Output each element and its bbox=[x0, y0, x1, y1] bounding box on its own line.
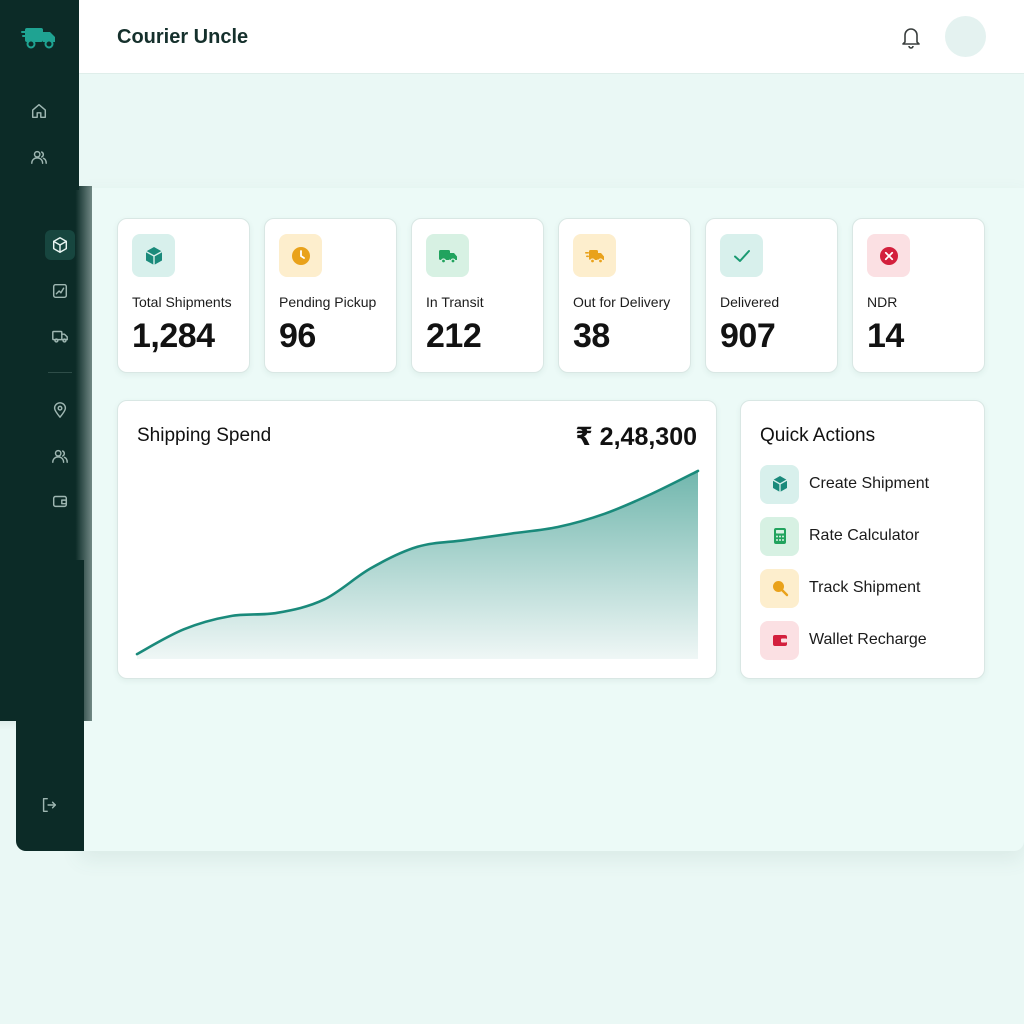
stat-card-delivered[interactable]: Delivered 907 bbox=[705, 218, 838, 373]
spend-total: ₹ 2,48,300 bbox=[575, 423, 697, 451]
fast-truck-icon bbox=[573, 234, 616, 277]
sidebar-divider bbox=[48, 372, 72, 373]
calculator-icon bbox=[760, 516, 799, 556]
stat-card-total-shipments[interactable]: Total Shipments 1,284 bbox=[117, 218, 250, 373]
users-icon[interactable] bbox=[24, 142, 54, 172]
dashboard-page: Courier Uncle Total Shipments 1,284 Pend… bbox=[0, 0, 1024, 1024]
users-icon[interactable] bbox=[45, 441, 75, 471]
truck-icon[interactable] bbox=[45, 321, 75, 351]
search-icon bbox=[760, 568, 799, 608]
clock-icon bbox=[279, 234, 322, 277]
stat-value: 96 bbox=[279, 317, 316, 355]
spend-area-fill bbox=[137, 470, 698, 659]
location-icon[interactable] bbox=[45, 395, 75, 425]
stat-card-in-transit[interactable]: In Transit 212 bbox=[411, 218, 544, 373]
stat-label: In Transit bbox=[426, 294, 484, 310]
stat-label: Pending Pickup bbox=[279, 294, 377, 310]
stat-label: Total Shipments bbox=[132, 294, 232, 310]
check-icon bbox=[720, 234, 763, 277]
truck-icon bbox=[426, 234, 469, 277]
stat-value: 907 bbox=[720, 317, 776, 355]
quick-action-label: Wallet Recharge bbox=[809, 631, 927, 648]
brand-name: Courier Uncle bbox=[117, 26, 249, 48]
rate-calculator-button[interactable]: Rate Calculator bbox=[760, 516, 970, 556]
stat-label: NDR bbox=[867, 294, 898, 310]
stat-card-pending-pickup[interactable]: Pending Pickup 96 bbox=[264, 218, 397, 373]
quick-actions-card: Quick Actions Create Shipment Rate Calcu… bbox=[740, 400, 985, 679]
wallet-icon bbox=[760, 620, 799, 660]
logout-icon[interactable] bbox=[34, 790, 64, 820]
home-icon[interactable] bbox=[24, 96, 54, 126]
stat-card-ndr[interactable]: NDR 14 bbox=[852, 218, 985, 373]
quick-action-label: Rate Calculator bbox=[809, 527, 920, 544]
create-shipment-button[interactable]: Create Shipment bbox=[760, 464, 970, 504]
package-icon bbox=[132, 234, 175, 277]
package-icon bbox=[760, 464, 799, 504]
truck-icon[interactable] bbox=[21, 22, 59, 52]
stat-value: 1,284 bbox=[132, 317, 215, 355]
stat-card-out-for-delivery[interactable]: Out for Delivery 38 bbox=[558, 218, 691, 373]
stat-label: Delivered bbox=[720, 294, 780, 310]
avatar[interactable] bbox=[945, 16, 986, 57]
bell-icon[interactable] bbox=[899, 24, 923, 50]
quick-action-label: Track Shipment bbox=[809, 579, 921, 596]
stat-value: 212 bbox=[426, 317, 482, 355]
chart-icon[interactable] bbox=[45, 276, 75, 306]
quick-actions-title: Quick Actions bbox=[760, 425, 876, 446]
wallet-recharge-button[interactable]: Wallet Recharge bbox=[760, 620, 970, 660]
track-shipment-button[interactable]: Track Shipment bbox=[760, 568, 970, 608]
package-icon[interactable] bbox=[45, 230, 75, 260]
shipping-spend-card: Shipping Spend ₹ 2,48,300 bbox=[117, 400, 717, 679]
stat-value: 14 bbox=[867, 317, 904, 355]
stat-label: Out for Delivery bbox=[573, 294, 671, 310]
quick-action-label: Create Shipment bbox=[809, 475, 930, 492]
top-header: Courier Uncle bbox=[79, 0, 1024, 74]
x-circle-icon bbox=[867, 234, 910, 277]
stat-value: 38 bbox=[573, 317, 610, 355]
wallet-icon[interactable] bbox=[45, 486, 75, 516]
spend-title: Shipping Spend bbox=[137, 425, 272, 446]
